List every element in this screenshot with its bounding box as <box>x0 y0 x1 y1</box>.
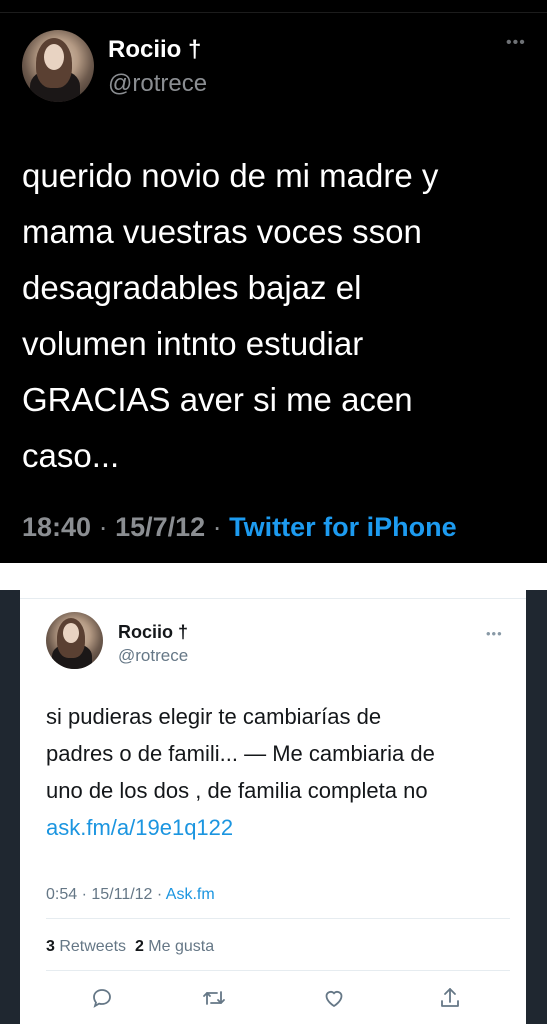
tweet-meta: 18:40 · 15/7/12 · Twitter for iPhone <box>22 512 457 543</box>
dark-margin <box>526 590 547 1024</box>
display-name[interactable]: Rociio † <box>118 622 188 643</box>
retweets-count: 3 <box>46 938 55 955</box>
tweet-text-line: caso... <box>22 437 120 474</box>
light-tweet-card: Rociio † @rotrece ••• si pudieras elegir… <box>20 590 526 1024</box>
tweet-time[interactable]: 18:40 <box>22 512 91 542</box>
retweet-icon[interactable] <box>202 986 226 1010</box>
tweet-source-link[interactable]: Twitter for iPhone <box>229 512 457 542</box>
meta-separator: · <box>77 886 92 903</box>
divider <box>46 970 510 971</box>
engagement-stats: 3 Retweets 2 Me gusta <box>46 938 214 956</box>
light-tweet-section: Rociio † @rotrece ••• si pudieras elegir… <box>0 590 547 1024</box>
meta-separator: · <box>91 512 116 542</box>
tweet-text-line: querido novio de mi madre y <box>22 157 439 194</box>
user-handle[interactable]: @rotrece <box>108 70 207 98</box>
more-options-icon[interactable]: ••• <box>486 626 503 641</box>
tweet-text-line: mama vuestras voces sson <box>22 213 422 250</box>
reply-icon[interactable] <box>90 986 114 1010</box>
retweets-label: Retweets <box>54 938 127 955</box>
action-bar <box>20 986 526 1010</box>
likes-stat[interactable]: 2 Me gusta <box>135 938 214 955</box>
tweet-text-line: si pudieras elegir te cambiarías de <box>46 704 382 729</box>
tweet-text: si pudieras elegir te cambiarías de padr… <box>46 698 516 846</box>
retweets-stat[interactable]: 3 Retweets <box>46 938 126 955</box>
meta-separator: · <box>205 512 230 542</box>
avatar[interactable] <box>46 612 103 669</box>
tweet-source-link[interactable]: Ask.fm <box>166 886 215 903</box>
tweet-meta: 0:54 · 15/11/12 · Ask.fm <box>46 886 215 904</box>
meta-separator: · <box>152 886 166 903</box>
tweet-date[interactable]: 15/11/12 <box>91 886 152 903</box>
likes-count: 2 <box>134 938 144 955</box>
tweet-text-line: GRACIAS aver si me acen <box>22 381 413 418</box>
likes-label: Me gusta <box>143 938 215 955</box>
tweet-text: querido novio de mi madre y mama vuestra… <box>22 148 532 484</box>
tweet-text-line: padres o de famili... — Me cambiaria de <box>46 741 435 766</box>
divider <box>0 12 547 13</box>
user-handle[interactable]: @rotrece <box>118 646 188 666</box>
more-options-icon[interactable]: ••• <box>506 34 526 52</box>
divider <box>46 918 510 919</box>
tweet-text-line: desagradables bajaz el <box>22 269 362 306</box>
dark-tweet-card: Rociio † @rotrece ••• querido novio de m… <box>0 0 547 563</box>
tweet-text-line: volumen intnto estudiar <box>22 325 364 362</box>
avatar[interactable] <box>22 30 94 102</box>
tweet-time[interactable]: 0:54 <box>46 886 77 903</box>
share-icon[interactable] <box>438 986 462 1010</box>
tweet-date[interactable]: 15/7/12 <box>115 512 205 542</box>
like-icon[interactable] <box>322 986 346 1010</box>
ask-fm-link[interactable]: ask.fm/a/19e1q122 <box>46 809 516 846</box>
tweet-text-line: uno de los dos , de familia completa no <box>46 778 428 803</box>
display-name[interactable]: Rociio † <box>108 36 201 64</box>
divider <box>20 598 526 599</box>
dark-margin <box>0 590 20 1024</box>
